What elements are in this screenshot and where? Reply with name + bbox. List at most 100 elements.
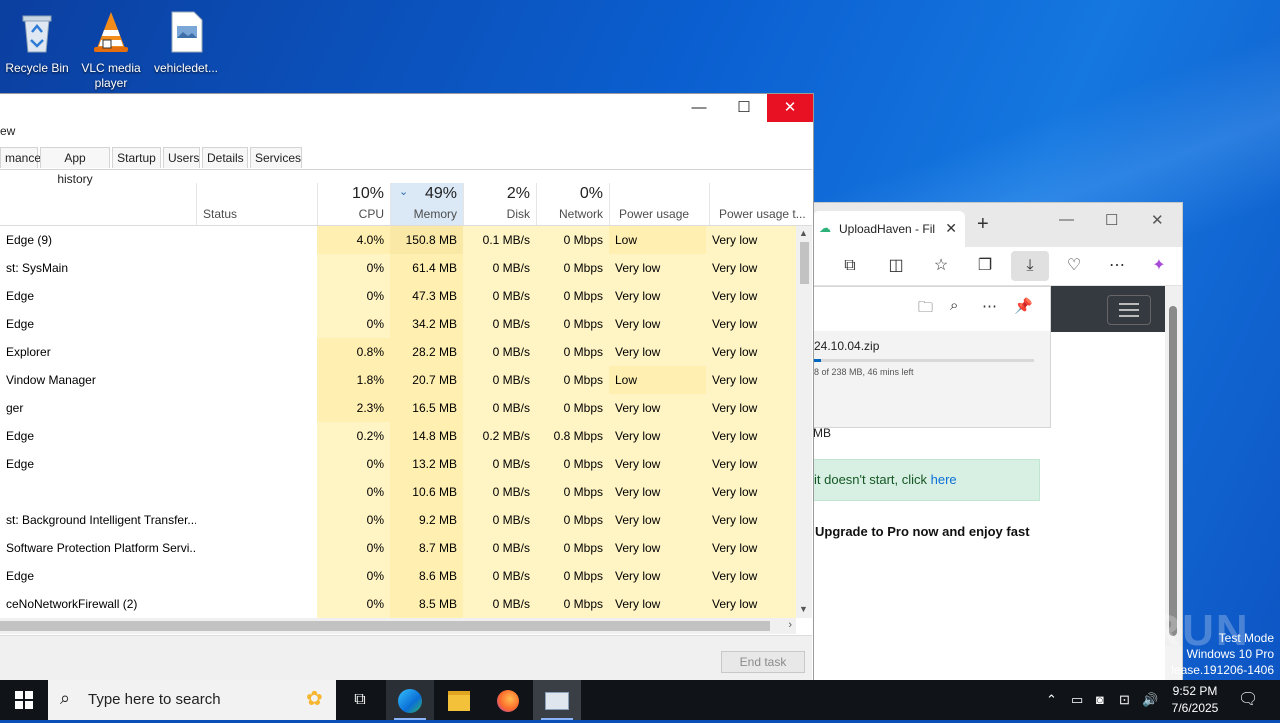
split-screen-icon[interactable]: ◫	[885, 255, 907, 277]
tab-app-history[interactable]: App history	[40, 147, 110, 186]
maximize-icon[interactable]: ☐	[1105, 211, 1118, 229]
search-downloads-icon[interactable]: ⌕	[950, 297, 958, 314]
maximize-icon[interactable]: ☐	[721, 94, 767, 122]
page-scrollbar-thumb[interactable]	[1169, 306, 1177, 636]
vertical-scroll-thumb[interactable]	[800, 242, 809, 284]
process-power-usage: Very low	[609, 562, 709, 590]
process-disk: 0 MB/s	[463, 394, 536, 422]
column-cpu[interactable]: 10% CPU	[317, 183, 390, 225]
table-row[interactable]: Edge (9) 4.0% 150.8 MB 0.1 MB/s 0 Mbps Low Ver…	[0, 226, 796, 254]
page-scrollbar[interactable]	[1165, 286, 1182, 646]
process-power-trend: Very low	[706, 282, 796, 310]
process-power-trend: Very low	[706, 450, 796, 478]
table-row[interactable]: Edge 0% 34.2 MB 0 MB/s 0 Mbps Very low Very lo…	[0, 310, 796, 338]
tab-performance[interactable]: mance	[0, 147, 41, 168]
collections-icon[interactable]: ❐	[974, 255, 996, 277]
process-power-trend: Very low	[706, 366, 796, 394]
process-power-usage: Very low	[609, 254, 709, 282]
new-tab-button[interactable]: +	[977, 213, 989, 236]
tab-startup[interactable]: Startup	[112, 147, 161, 168]
system-clock[interactable]: 9:52 PM 7/6/2025	[1164, 683, 1226, 717]
table-row[interactable]: Edge 0.2% 14.8 MB 0.2 MB/s 0.8 Mbps Very low V…	[0, 422, 796, 450]
process-name: ceNoNetworkFirewall (2)	[6, 597, 138, 611]
vlc-cone-icon	[94, 12, 128, 52]
table-row[interactable]: ger 2.3% 16.5 MB 0 MB/s 0 Mbps Very low Very l…	[0, 394, 796, 422]
more-options-icon[interactable]: ⋯	[1106, 255, 1128, 277]
taskbar-edge[interactable]	[386, 680, 434, 720]
desktop-icon-recycle-bin[interactable]: Recycle Bin	[1, 4, 73, 76]
table-row[interactable]: Edge 0% 13.2 MB 0 MB/s 0 Mbps Very low Very lo…	[0, 450, 796, 478]
show-hidden-icons-chevron-up-icon[interactable]: ⌃	[1046, 680, 1057, 720]
task-view-icon[interactable]: ⧉	[336, 680, 384, 720]
table-row[interactable]: Software Protection Platform Servi... 0% 8…	[0, 534, 796, 562]
column-power-usage-trend[interactable]: Power usage t...	[709, 183, 809, 225]
scroll-up-arrow-icon[interactable]: ▲	[799, 228, 808, 238]
browser-essentials-icon[interactable]: ♡	[1063, 255, 1085, 277]
column-memory[interactable]: ⌄ 49% Memory	[390, 183, 463, 225]
desktop-icon-file[interactable]: vehicledet...	[150, 4, 222, 76]
table-row[interactable]: Edge 0% 47.3 MB 0 MB/s 0 Mbps Very low Very lo…	[0, 282, 796, 310]
table-row[interactable]: 0% 10.6 MB 0 MB/s 0 Mbps Very low Very low	[0, 478, 796, 506]
test-mode-build: lease.191206-1406	[1171, 663, 1274, 677]
download-notice-text: it doesn't start, click	[814, 472, 931, 487]
network-icon[interactable]: ⊡	[1119, 680, 1130, 720]
notifications-icon[interactable]: 🗨	[1238, 680, 1258, 720]
table-row[interactable]: ceNoNetworkFirewall (2) 0% 8.5 MB 0 MB/s 0 M…	[0, 590, 796, 618]
test-mode-line: Test Mode	[1218, 631, 1274, 645]
taskbar-task-manager[interactable]	[533, 680, 581, 720]
minimize-icon[interactable]: —	[676, 94, 722, 122]
tab-divider	[0, 169, 812, 170]
column-status[interactable]: Status	[196, 183, 317, 225]
end-task-button[interactable]: End task	[721, 651, 805, 673]
downloads-icon[interactable]: ⤓	[1011, 251, 1049, 281]
column-power-trend-label: Power usage t...	[719, 207, 806, 221]
close-window-icon[interactable]: ✕	[1151, 211, 1164, 229]
copilot-icon[interactable]: ✦	[1148, 255, 1170, 277]
download-here-link[interactable]: here	[931, 472, 957, 487]
favorites-icon[interactable]: ☆	[930, 255, 952, 277]
open-folder-icon[interactable]: 🗀	[918, 297, 933, 322]
meet-now-icon[interactable]: ◙	[1096, 680, 1104, 720]
table-row[interactable]: Edge 0% 8.6 MB 0 MB/s 0 Mbps Very low Very low	[0, 562, 796, 590]
close-window-icon[interactable]: ✕	[767, 94, 813, 122]
download-item[interactable]: 24.10.04.zip 8 of 238 MB, 46 mins left	[814, 331, 1050, 427]
taskbar-firefox[interactable]	[484, 680, 532, 720]
column-status-label: Status	[203, 207, 238, 221]
column-network[interactable]: 0% Network	[536, 183, 609, 225]
process-table-vertical-scrollbar[interactable]: ▲ ▼	[796, 226, 812, 618]
scroll-right-arrow-icon[interactable]: ›	[788, 619, 792, 631]
battery-icon[interactable]: ▭	[1071, 680, 1083, 720]
volume-icon[interactable]: 🔊	[1142, 680, 1158, 720]
process-memory: 28.2 MB	[390, 338, 463, 366]
pin-icon[interactable]: 📌	[1014, 297, 1033, 315]
folder-icon	[448, 691, 470, 712]
table-row[interactable]: st: Background Intelligent Transfer... 0%…	[0, 506, 796, 534]
table-row[interactable]: Explorer 0.8% 28.2 MB 0 MB/s 0 Mbps Very low V…	[0, 338, 796, 366]
process-cpu: 0.8%	[317, 338, 390, 366]
taskbar-search-box[interactable]: ⌕ Type here to search ✿	[48, 680, 336, 720]
table-row[interactable]: st: SysMain 0% 61.4 MB 0 MB/s 0 Mbps Very low…	[0, 254, 796, 282]
start-button[interactable]	[0, 680, 48, 720]
scroll-down-arrow-icon[interactable]: ▼	[799, 604, 808, 614]
column-disk[interactable]: 2% Disk	[463, 183, 536, 225]
more-downloads-options-icon[interactable]: ⋯	[982, 297, 997, 315]
tab-users[interactable]: Users	[163, 147, 200, 168]
tab-details[interactable]: Details	[202, 147, 248, 168]
desktop-icon-vlc[interactable]: VLC media player	[75, 4, 147, 91]
process-power-trend: Very low	[706, 338, 796, 366]
process-network: 0 Mbps	[536, 478, 609, 506]
test-mode-overlay: Test Mode Windows 10 Pro lease.191206-14…	[1171, 630, 1274, 678]
horizontal-scroll-thumb[interactable]	[0, 621, 770, 631]
menu-view[interactable]: ew	[0, 124, 15, 138]
process-table-horizontal-scrollbar[interactable]: ›	[0, 618, 796, 634]
hamburger-menu-icon[interactable]	[1107, 295, 1151, 325]
column-power-usage[interactable]: Power usage	[609, 183, 709, 225]
taskbar-file-explorer[interactable]	[435, 680, 483, 720]
column-cpu-label: CPU	[358, 207, 384, 221]
close-tab-icon[interactable]: ✕	[945, 220, 957, 237]
browser-tab[interactable]: ☁ UploadHaven - Fil ✕	[813, 211, 965, 247]
table-row[interactable]: Vindow Manager 1.8% 20.7 MB 0 MB/s 0 Mbps Low…	[0, 366, 796, 394]
extensions-icon[interactable]: ⧉	[839, 255, 861, 277]
minimize-icon[interactable]: —	[1059, 211, 1074, 228]
tab-services[interactable]: Services	[250, 147, 302, 168]
